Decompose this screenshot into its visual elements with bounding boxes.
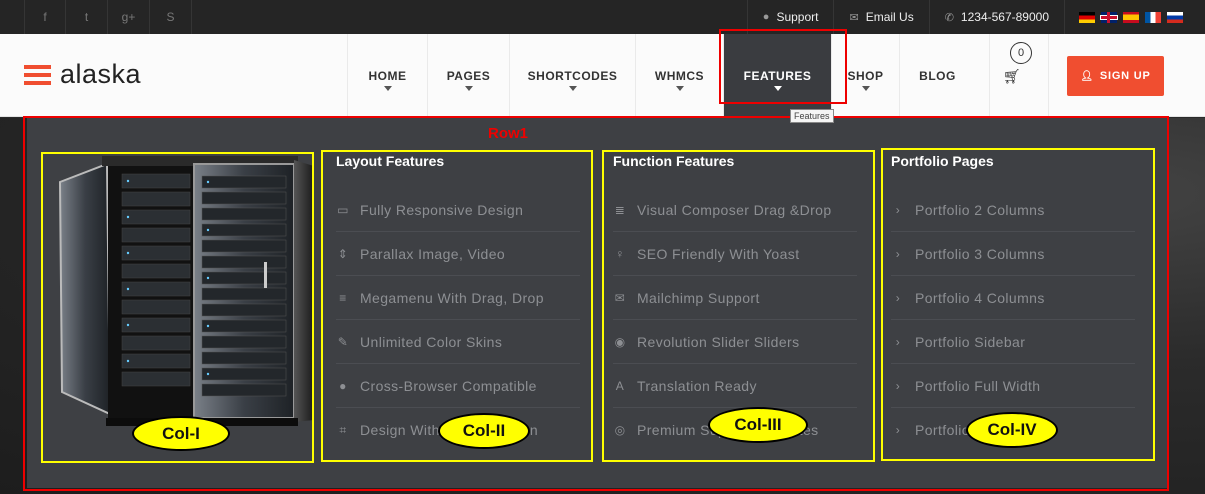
caret-down-icon (568, 86, 577, 91)
nav-label: PAGES (446, 68, 491, 83)
nav-home[interactable]: HOME (347, 34, 427, 117)
header: alaska HOME PAGES SHORTCODES WHMCS FEATURES S… (0, 34, 1205, 117)
envelope-icon: ✉ (849, 11, 859, 24)
top-bar: f t g+ S ● Support ✉ Email Us ✆ 1234-567… (0, 0, 1205, 34)
page: f t g+ S ● Support ✉ Email Us ✆ 1234-567… (0, 0, 1205, 494)
flag-fr-icon[interactable] (1145, 11, 1161, 23)
flag-ru-icon[interactable] (1167, 11, 1183, 23)
nav-label: BLOG (919, 68, 956, 83)
language-switcher (1064, 0, 1205, 34)
sign-up-label: SIGN UP (1099, 70, 1151, 82)
facebook-icon[interactable]: f (24, 0, 66, 34)
user-icon: 👤︎ (1080, 70, 1094, 82)
row-label: Row1 (488, 125, 529, 142)
social-links: f t g+ S (24, 0, 192, 34)
nav-label: SHORTCODES (527, 68, 618, 83)
col-iii-label: Col-III (708, 407, 808, 443)
phone-icon: ✆ (944, 11, 954, 24)
flag-de-icon[interactable] (1079, 11, 1095, 23)
caret-down-icon (861, 86, 870, 91)
nav-whmcs[interactable]: WHMCS (635, 34, 723, 117)
cart-button[interactable]: 0 🛒︎ (989, 34, 1049, 117)
logo[interactable]: alaska (24, 59, 141, 90)
support-label: Support (776, 10, 819, 24)
nav-pages[interactable]: PAGES (427, 34, 509, 117)
shopping-cart-icon: 🛒︎ (1003, 68, 1021, 84)
features-highlight-box (719, 29, 847, 104)
cart-count: 0 (1010, 42, 1032, 64)
caret-down-icon (383, 86, 392, 91)
flag-es-icon[interactable] (1123, 11, 1139, 23)
nav-label: WHMCS (654, 68, 705, 83)
caret-down-icon (464, 86, 473, 91)
main-nav: HOME PAGES SHORTCODES WHMCS FEATURES SHOP BLOG (347, 34, 975, 117)
twitter-icon[interactable]: t (66, 0, 108, 34)
col-i-label: Col-I (132, 416, 230, 451)
info-icon: ● (762, 11, 770, 23)
email-label: Email Us (865, 10, 914, 24)
phone: ✆ 1234-567-89000 (928, 0, 1064, 34)
nav-shortcodes[interactable]: SHORTCODES (509, 34, 635, 117)
sign-up-button[interactable]: 👤︎ SIGN UP (1067, 56, 1164, 96)
skype-icon[interactable]: S (150, 0, 192, 34)
caret-down-icon (675, 86, 684, 91)
menu-icon (24, 64, 51, 85)
nav-label: SHOP (847, 68, 884, 83)
col-iv-label: Col-IV (966, 412, 1058, 448)
flag-gb-icon[interactable] (1101, 11, 1117, 23)
email-link[interactable]: ✉ Email Us (833, 0, 928, 34)
col-ii-label: Col-II (438, 413, 530, 449)
nav-blog[interactable]: BLOG (899, 34, 975, 117)
features-tooltip: Features (790, 109, 834, 123)
google-plus-icon[interactable]: g+ (108, 0, 150, 34)
phone-number: 1234-567-89000 (960, 10, 1049, 24)
nav-label: HOME (368, 68, 407, 83)
logo-text: alaska (60, 59, 142, 89)
